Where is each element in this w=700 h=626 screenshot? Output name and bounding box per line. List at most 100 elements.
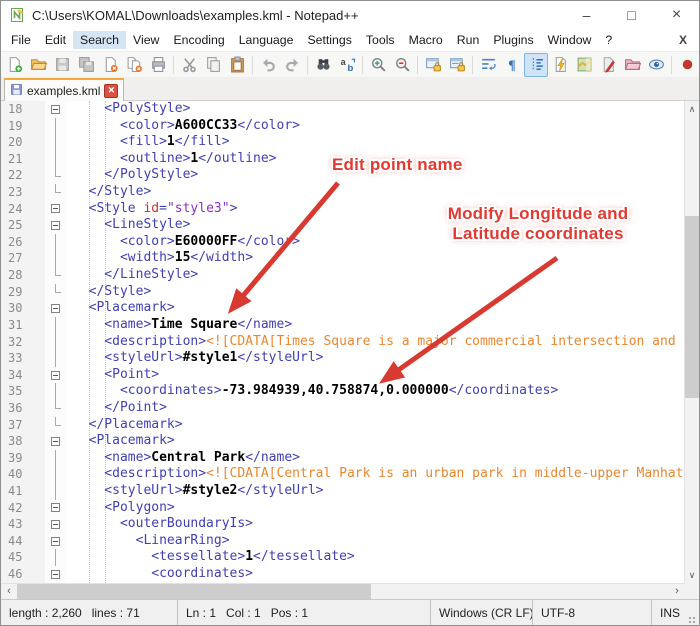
- menu-help[interactable]: ?: [598, 31, 619, 49]
- fold-collapse-icon[interactable]: [45, 101, 67, 118]
- code-line-30[interactable]: 30 <Placemark>: [1, 300, 699, 317]
- code-line-26[interactable]: 26 <color>E60000FF</color>: [1, 234, 699, 251]
- scroll-right-arrow-icon[interactable]: ›: [669, 584, 685, 599]
- fold-collapse-icon[interactable]: [45, 367, 67, 384]
- menu-window[interactable]: Window: [541, 31, 599, 49]
- undo-icon[interactable]: [256, 53, 280, 77]
- tab-examples.kml[interactable]: examples.kml✕: [4, 78, 124, 101]
- code-line-40[interactable]: 40 <description><![CDATA[Central Park is…: [1, 466, 699, 483]
- tab-close-icon[interactable]: ✕: [104, 84, 118, 98]
- menu-tools[interactable]: Tools: [359, 31, 402, 49]
- zoom-in-icon[interactable]: [366, 53, 390, 77]
- status-encoding[interactable]: UTF-8: [532, 600, 651, 626]
- cut-icon[interactable]: [177, 53, 201, 77]
- code-line-35[interactable]: 35 <coordinates>-73.984939,40.758874,0.0…: [1, 383, 699, 400]
- close-button[interactable]: ×: [654, 1, 699, 29]
- code-area[interactable]: 18 <PolyStyle>19 <color>A600CC33</color>…: [1, 101, 699, 583]
- maximize-button[interactable]: □: [609, 1, 654, 29]
- fold-collapse-icon[interactable]: [45, 217, 67, 234]
- scroll-down-arrow-icon[interactable]: ∨: [685, 567, 699, 583]
- menu-plugins[interactable]: Plugins: [486, 31, 540, 49]
- fold-collapse-icon[interactable]: [45, 500, 67, 517]
- replace-icon[interactable]: ab: [335, 53, 359, 77]
- code-line-45[interactable]: 45 <tessellate>1</tessellate>: [1, 549, 699, 566]
- code-line-36[interactable]: 36 </Point>: [1, 400, 699, 417]
- code-line-46[interactable]: 46 <coordinates>: [1, 566, 699, 583]
- zoom-out-icon[interactable]: [390, 53, 414, 77]
- code-line-33[interactable]: 33 <styleUrl>#style1</styleUrl>: [1, 350, 699, 367]
- fold-collapse-icon[interactable]: [45, 566, 67, 583]
- minimize-button[interactable]: –: [564, 1, 609, 29]
- menu-edit[interactable]: Edit: [38, 31, 73, 49]
- close-all-icon[interactable]: [122, 53, 146, 77]
- code-line-44[interactable]: 44 <LinearRing>: [1, 533, 699, 550]
- menu-run[interactable]: Run: [450, 31, 487, 49]
- menu-language[interactable]: Language: [232, 31, 301, 49]
- sync-horizontal-icon[interactable]: [445, 53, 469, 77]
- status-insert-mode[interactable]: INS: [651, 600, 687, 626]
- sync-vertical-icon[interactable]: [421, 53, 445, 77]
- code-line-43[interactable]: 43 <outerBoundaryIs>: [1, 516, 699, 533]
- menu-search[interactable]: Search: [73, 31, 126, 49]
- find-icon[interactable]: [311, 53, 335, 77]
- code-line-28[interactable]: 28 </LineStyle>: [1, 267, 699, 284]
- new-file-icon[interactable]: [2, 53, 26, 77]
- save-all-icon[interactable]: [74, 53, 98, 77]
- open-folder-icon[interactable]: [26, 53, 50, 77]
- monitoring-icon[interactable]: [644, 53, 668, 77]
- menu-macro[interactable]: Macro: [402, 31, 450, 49]
- horizontal-scroll-thumb[interactable]: [17, 584, 371, 599]
- fold-collapse-icon[interactable]: [45, 516, 67, 533]
- redo-icon[interactable]: [280, 53, 304, 77]
- close-file-icon[interactable]: [98, 53, 122, 77]
- code-line-20[interactable]: 20 <fill>1</fill>: [1, 134, 699, 151]
- menu-view[interactable]: View: [126, 31, 166, 49]
- code-line-29[interactable]: 29 </Style>: [1, 284, 699, 301]
- code-line-19[interactable]: 19 <color>A600CC33</color>: [1, 118, 699, 135]
- code-line-22[interactable]: 22 </PolyStyle>: [1, 167, 699, 184]
- code-line-25[interactable]: 25 <LineStyle>: [1, 217, 699, 234]
- line-number: 26: [1, 234, 45, 251]
- paste-icon[interactable]: [225, 53, 249, 77]
- fold-collapse-icon[interactable]: [45, 201, 67, 218]
- code-line-42[interactable]: 42 <Polygon>: [1, 500, 699, 517]
- code-line-31[interactable]: 31 <name>Time Square</name>: [1, 317, 699, 334]
- status-eol-format[interactable]: Windows (CR LF): [430, 600, 532, 626]
- code-line-39[interactable]: 39 <name>Central Park</name>: [1, 450, 699, 467]
- document-map-icon[interactable]: [572, 53, 596, 77]
- fold-collapse-icon[interactable]: [45, 300, 67, 317]
- menu-settings[interactable]: Settings: [300, 31, 358, 49]
- show-all-characters-icon[interactable]: ¶: [500, 53, 524, 77]
- copy-icon[interactable]: [201, 53, 225, 77]
- code-line-37[interactable]: 37 </Placemark>: [1, 417, 699, 434]
- code-line-21[interactable]: 21 <outline>1</outline>: [1, 151, 699, 168]
- vertical-scroll-thumb[interactable]: [685, 216, 699, 398]
- code-line-24[interactable]: 24 <Style id="style3">: [1, 201, 699, 218]
- save-icon[interactable]: [50, 53, 74, 77]
- horizontal-scrollbar[interactable]: ‹ ›: [1, 583, 685, 599]
- vertical-scrollbar[interactable]: ∧ ∨: [684, 101, 699, 583]
- scroll-up-arrow-icon[interactable]: ∧: [685, 101, 699, 117]
- code-line-41[interactable]: 41 <styleUrl>#style2</styleUrl>: [1, 483, 699, 500]
- code-line-34[interactable]: 34 <Point>: [1, 367, 699, 384]
- menu-file[interactable]: File: [4, 31, 38, 49]
- fold-collapse-icon[interactable]: [45, 533, 67, 550]
- menu-encoding[interactable]: Encoding: [166, 31, 231, 49]
- print-icon[interactable]: [146, 53, 170, 77]
- function-list-icon[interactable]: [548, 53, 572, 77]
- editor-pane[interactable]: 18 <PolyStyle>19 <color>A600CC33</color>…: [1, 101, 699, 583]
- macro-record-icon[interactable]: [675, 53, 699, 77]
- code-line-38[interactable]: 38 <Placemark>: [1, 433, 699, 450]
- menubar-close-document-button[interactable]: X: [667, 33, 699, 47]
- document-list-icon[interactable]: [596, 53, 620, 77]
- scroll-left-arrow-icon[interactable]: ‹: [1, 584, 17, 599]
- resize-grip[interactable]: [686, 614, 696, 624]
- folder-workspace-icon[interactable]: [620, 53, 644, 77]
- code-line-23[interactable]: 23 </Style>: [1, 184, 699, 201]
- code-line-27[interactable]: 27 <width>15</width>: [1, 250, 699, 267]
- code-line-32[interactable]: 32 <description><![CDATA[Times Square is…: [1, 334, 699, 351]
- word-wrap-icon[interactable]: [476, 53, 500, 77]
- indent-guide-icon[interactable]: [524, 53, 548, 77]
- code-line-18[interactable]: 18 <PolyStyle>: [1, 101, 699, 118]
- fold-collapse-icon[interactable]: [45, 433, 67, 450]
